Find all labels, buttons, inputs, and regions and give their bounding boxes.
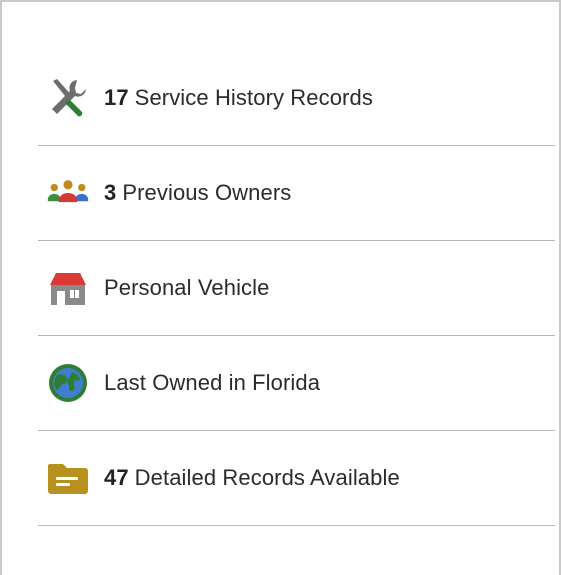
tools-icon [46,76,90,120]
detailed-records-count: 47 [104,465,129,490]
list-item-service-history: 17 Service History Records [38,51,555,146]
list-item-last-owned-location: Last Owned in Florida [38,336,555,431]
service-records-label: Service History Records [134,85,373,110]
history-summary-list: 17 Service History Records 3 Previous Ow… [38,51,555,526]
service-records-count: 17 [104,85,129,110]
list-item-detailed-records: 47 Detailed Records Available [38,431,555,526]
house-icon [46,266,90,310]
list-item-previous-owners: 3 Previous Owners [38,146,555,241]
folder-icon [46,456,90,500]
detailed-records-label: Detailed Records Available [134,465,400,490]
previous-owners-count: 3 [104,180,117,205]
previous-owners-label: Previous Owners [122,180,292,205]
last-owned-location-label: Last Owned in Florida [104,370,321,395]
people-icon [46,171,90,215]
vehicle-history-panel: 17 Service History Records 3 Previous Ow… [0,0,561,575]
globe-icon [46,361,90,405]
personal-vehicle-label: Personal Vehicle [104,275,270,300]
list-item-personal-vehicle: Personal Vehicle [38,241,555,336]
